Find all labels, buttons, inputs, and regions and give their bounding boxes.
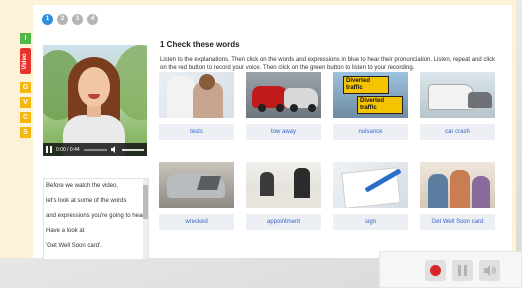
voice-recorder [379, 251, 522, 288]
vocab-word-button[interactable]: wrecked [159, 214, 234, 230]
vocab-word-button[interactable]: tests [159, 124, 234, 140]
vocab-word-button[interactable]: tow away [246, 124, 321, 140]
page-dot-4[interactable]: 4 [87, 14, 98, 25]
card-image [159, 72, 234, 118]
side-tab-s[interactable]: S [20, 127, 31, 138]
record-icon [430, 265, 441, 276]
transcript-line: 'Get Well Soon card'. [46, 243, 102, 249]
vocab-word-button[interactable]: nuisance [333, 124, 408, 140]
vocab-word-button[interactable]: sign [333, 214, 408, 230]
pause-icon[interactable] [46, 146, 52, 153]
side-tab-intro[interactable]: I [20, 33, 31, 44]
vocab-card-tests: tests [159, 72, 234, 140]
card-image [246, 72, 321, 118]
transcript-box[interactable]: Before we watch the video, let's look at… [43, 178, 149, 260]
vocab-word-button[interactable]: appointment [246, 214, 321, 230]
vocab-card-get-well-soon-card: Get Well Soon card [420, 162, 495, 230]
side-tab-video-label: Video [22, 53, 28, 70]
volume-slider[interactable] [122, 148, 144, 151]
page-dot-2[interactable]: 2 [57, 14, 68, 25]
diverted-traffic-sign: Diverted traffic [357, 96, 403, 114]
side-tab-grammar[interactable]: G [20, 82, 31, 93]
vocab-card-nuisance: Diverted traffic Diverted traffic nuisan… [333, 72, 408, 140]
vocab-card-sign: sign [333, 162, 408, 230]
vocab-word-button[interactable]: Get Well Soon card [420, 214, 495, 230]
transcript-line: and expressions you're going to hear. [46, 213, 146, 219]
card-image [333, 162, 408, 208]
record-button[interactable] [425, 260, 446, 281]
vocab-word-button[interactable]: car crash [420, 124, 495, 140]
pause-icon [458, 265, 461, 276]
card-image [159, 162, 234, 208]
vocab-card-car-crash: car crash [420, 72, 495, 140]
transcript-line: let's look at some of the words [46, 198, 127, 204]
page-dot-3[interactable]: 3 [72, 14, 83, 25]
playback-button[interactable] [479, 260, 500, 281]
presenter-face [78, 67, 110, 107]
video-time: 0:00 / 0:44 [56, 146, 80, 153]
exercise-instructions: Listen to the explanations. Then click o… [160, 57, 496, 71]
page-pagination: 1 2 3 4 [42, 14, 98, 25]
video-controls: 0:00 / 0:44 [43, 143, 147, 156]
vocab-card-wrecked: wrecked [159, 162, 234, 230]
video-progress-bar[interactable] [83, 148, 107, 151]
transcript-line: Have a look at [46, 228, 85, 234]
side-tab-vocabulary[interactable]: V [20, 97, 31, 108]
transcript-scroll-thumb[interactable] [143, 185, 148, 219]
video-player[interactable] [43, 45, 147, 156]
pause-button[interactable] [452, 260, 473, 281]
side-tab-c[interactable]: C [20, 112, 31, 123]
card-image [420, 162, 495, 208]
vocab-card-appointment: appointment [246, 162, 321, 230]
card-image [420, 72, 495, 118]
side-tab-video[interactable]: Video [20, 48, 31, 74]
transcript-line: Before we watch the video, [46, 183, 119, 189]
page-dot-1[interactable]: 1 [42, 14, 53, 25]
card-image [246, 162, 321, 208]
vocab-card-tow-away: tow away [246, 72, 321, 140]
diverted-traffic-sign: Diverted traffic [343, 76, 389, 94]
speaker-icon [484, 265, 496, 276]
card-image: Diverted traffic Diverted traffic [333, 72, 408, 118]
transcript-scrollbar[interactable] [143, 179, 148, 259]
volume-icon[interactable] [111, 146, 118, 153]
exercise-title: 1 Check these words [160, 40, 240, 49]
